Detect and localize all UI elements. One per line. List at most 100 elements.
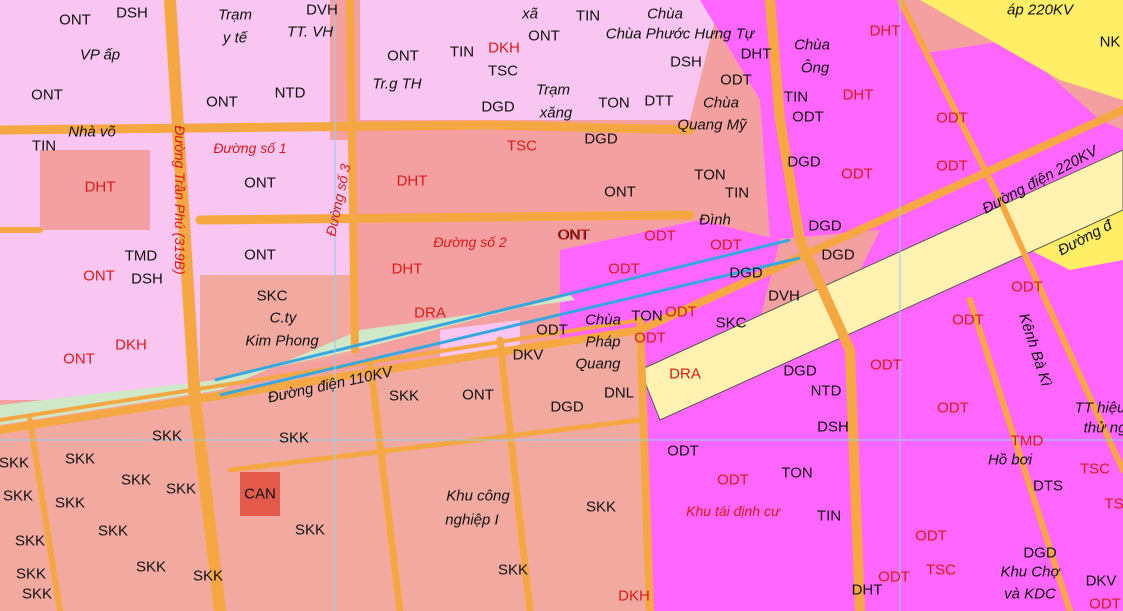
land-use-code-dts: DTS <box>1033 477 1063 495</box>
land-use-code-tmd: TMD <box>1010 432 1044 450</box>
land-use-code-tmd: TMD <box>124 247 158 265</box>
land-use-code-dgd: DGD <box>729 264 763 282</box>
land-use-code-skk: SKK <box>135 558 167 576</box>
land-use-code-ont: ONT <box>31 86 63 104</box>
land-use-code-tin: TIN <box>724 184 750 202</box>
land-use-code-nk: NK <box>1099 33 1121 51</box>
land-use-code-ntd: NTD <box>810 382 842 400</box>
land-use-code-odt: ODT <box>937 399 969 417</box>
land-use-code-dsh: DSH <box>116 4 148 22</box>
place-khu-cho-2: và KDC <box>1004 585 1056 603</box>
land-use-code-skk: SKK <box>278 429 310 447</box>
place-tt-vh: TT. VH <box>286 23 334 41</box>
land-use-code-ntd: NTD <box>274 84 306 102</box>
place-chua-quang-my-1: Chùa <box>703 94 739 112</box>
land-use-code-skk: SKK <box>165 480 197 498</box>
place-ct-kim-phong-2: Kim Phong <box>245 332 319 350</box>
place-chua-quang-my-2: Quang Mỹ <box>677 116 747 134</box>
land-use-code-dht: DHT <box>740 45 772 63</box>
land-use-code-dkh: DKH <box>618 587 650 605</box>
place-tram-y-te-2: y tế <box>222 29 248 47</box>
land-use-code-dra: DRA <box>669 365 701 383</box>
land-use-code-ts: TS <box>1104 495 1123 513</box>
land-use-code-skk: SKK <box>21 585 53 603</box>
land-use-code-dht: DHT <box>869 22 901 40</box>
land-use-code-skk: SKK <box>97 522 129 540</box>
land-use-code-skk: SKK <box>15 565 47 583</box>
land-use-code-odt: ODT <box>710 236 742 254</box>
land-use-code-odt: ODT <box>665 303 697 321</box>
land-use-code-skk: SKK <box>192 567 224 585</box>
land-use-code-ton: TON <box>781 464 813 482</box>
place-khu-tai-dinh-cu: Khu tái định cư <box>686 503 780 519</box>
place-chua-phap-quang-3: Quang <box>575 355 621 373</box>
land-use-code-skk: SKK <box>294 521 326 539</box>
place-xa: xã <box>522 5 538 23</box>
land-use-code-dht: DHT <box>391 260 423 278</box>
land-use-code-ont: ONT <box>528 27 560 45</box>
land-use-code-dgd: DGD <box>783 362 817 380</box>
land-use-code-ont: ONT <box>59 11 91 29</box>
place-tram-xang-1: Trạm <box>536 81 570 99</box>
land-use-code-dvh: DVH <box>306 1 338 19</box>
land-use-code-skk: SKK <box>14 532 46 550</box>
land-use-code-ont: ONT <box>63 350 95 368</box>
land-use-code-dgd: DGD <box>584 130 618 148</box>
place-chua-ong-1: Chùa <box>794 36 830 54</box>
land-use-code-odt: ODT <box>644 227 676 245</box>
land-use-code-ont: ONT <box>462 386 494 404</box>
land-use-code-dgd: DGD <box>821 246 855 264</box>
road-label-duong-so-2: Đường số 2 <box>433 234 507 250</box>
place-dinh: Đình <box>699 211 731 229</box>
land-use-code-dkh: DKH <box>115 336 147 354</box>
place-ho-boi: Hồ bơi <box>987 451 1033 469</box>
land-use-code-odt: ODT <box>720 71 752 89</box>
land-use-code-odt: ODT <box>841 165 873 183</box>
land-use-code-ton: TON <box>694 166 726 184</box>
land-use-code-ton: TON <box>631 307 663 325</box>
land-use-code-dsh: DSH <box>817 418 849 436</box>
place-chua-phap-quang-1: Chùa <box>585 311 621 329</box>
place-tram-xang-2: xăng <box>539 104 573 122</box>
land-use-code-tin: TIN <box>575 7 601 25</box>
land-use-code-dkh: DKH <box>488 39 520 57</box>
land-use-code-odt: ODT <box>1011 278 1043 296</box>
land-use-code-tsc: TSC <box>1080 460 1110 478</box>
land-use-code-skk: SKK <box>585 498 617 516</box>
place-ct-kim-phong-1: C.ty <box>269 309 297 327</box>
land-use-code-dgd: DGD <box>808 217 842 235</box>
land-use-code-dsh: DSH <box>670 53 702 71</box>
land-use-code-odt: ODT <box>792 108 824 126</box>
place-tt-hieu-1: TT hiệu <box>1074 399 1123 417</box>
land-use-code-skk: SKK <box>64 450 96 468</box>
land-use-code-odt: ODT <box>936 157 968 175</box>
land-use-code-tsc: TSC <box>507 137 537 155</box>
land-use-code-odt: ODT <box>667 442 699 460</box>
place-khu-cho-1: Khu Chợ <box>1000 563 1060 581</box>
place-tram-y-te-1: Trạm <box>218 6 252 24</box>
land-use-code-dgd: DGD <box>787 153 821 171</box>
land-use-code-tsc: TSC <box>488 62 518 80</box>
land-use-map[interactable]: Đường Trần Phú (319B) Đường số 1 Đường s… <box>0 0 1123 611</box>
place-kcn-2: nghiệp I <box>445 511 499 529</box>
land-use-code-skk: SKK <box>151 427 183 445</box>
land-use-code-ton: TON <box>598 94 630 112</box>
land-use-code-skk: SKK <box>497 561 529 579</box>
land-use-code-ont: ONT <box>244 174 276 192</box>
land-use-code-dvh: DVH <box>768 287 800 305</box>
land-use-code-dgd: DGD <box>481 98 515 116</box>
place-chua-phuoc-hung-tu: Chùa Phước Hưng Tự <box>605 25 755 43</box>
land-use-code-skk: SKK <box>54 494 86 512</box>
place-chua-ong-2: Ông <box>800 59 830 77</box>
land-use-code-odt: ODT <box>952 311 984 329</box>
land-use-code-dht: DHT <box>396 172 428 190</box>
land-use-code-skk: SKK <box>2 487 34 505</box>
land-use-code-dsh: DSH <box>131 270 163 288</box>
land-use-code-skc: SKC <box>256 287 288 305</box>
road-label-duong-so-1: Đường số 1 <box>213 140 287 156</box>
land-use-code-dnl: DNL <box>603 384 635 402</box>
land-use-code-dtt: DTT <box>644 92 674 110</box>
land-use-code-ont: ONT <box>206 93 238 111</box>
place-chua-phap-quang-2: Pháp <box>585 333 621 351</box>
land-use-code-ont: ONT <box>557 226 589 244</box>
